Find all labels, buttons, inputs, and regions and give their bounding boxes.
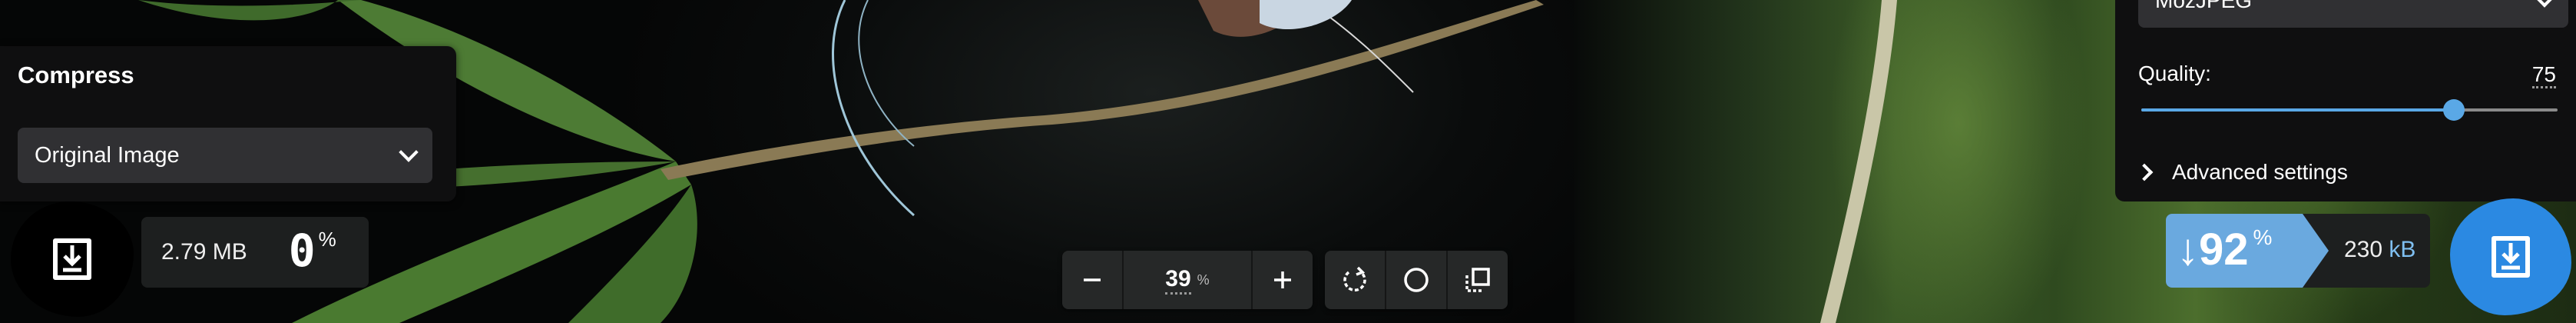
reduction-symbol: %	[2253, 225, 2273, 249]
advanced-settings-label: Advanced settings	[2172, 160, 2348, 184]
size-reduction-badge: ↓ 92 %	[2166, 214, 2329, 288]
zoom-value: 39	[1165, 266, 1191, 295]
circle-icon	[1404, 268, 1429, 292]
size-unit: kB	[2389, 237, 2416, 262]
side-by-side-button[interactable]	[1448, 251, 1508, 309]
rotate-button[interactable]	[1325, 251, 1385, 309]
view-controls	[1325, 251, 1508, 309]
compress-panel: Compress Original Image	[0, 46, 456, 201]
zoom-level[interactable]: 39 %	[1124, 251, 1251, 309]
size-value: 230	[2344, 237, 2383, 262]
advanced-settings-toggle[interactable]: Advanced settings	[2135, 160, 2348, 185]
original-file-size: 2.79 MB	[161, 239, 247, 265]
panel-title: Compress	[18, 62, 134, 88]
slider-fill	[2141, 108, 2454, 112]
reduction-value: 92	[2199, 225, 2249, 275]
crop-icon	[1465, 268, 1490, 292]
original-percent: 0 %	[289, 217, 336, 288]
original-size-stats: 2.79 MB 0 %	[141, 217, 369, 288]
zoom-controls: 39 %	[1062, 251, 1313, 309]
compression-method-select[interactable]: Original Image	[18, 128, 432, 183]
settings-panel: MozJPEG Quality: 75 Advanced settings	[2115, 0, 2576, 201]
rotate-icon	[1343, 266, 1366, 291]
reduction-arrow: ↓	[2177, 225, 2199, 275]
quality-value-input[interactable]: 75	[2531, 63, 2556, 88]
zoom-in-button[interactable]	[1253, 251, 1313, 309]
percent-symbol: %	[318, 228, 336, 251]
plus-icon	[1274, 271, 1291, 288]
quality-label: Quality:	[2138, 62, 2211, 85]
download-button-compressed[interactable]	[2450, 198, 2571, 315]
quality-slider[interactable]	[2141, 99, 2558, 121]
select-value: Original Image	[35, 142, 180, 168]
chevron-down-icon	[2535, 0, 2554, 8]
download-icon	[2492, 236, 2530, 278]
chevron-right-icon	[2135, 163, 2154, 181]
zoom-toolbar: 39 %	[1062, 251, 1508, 309]
slider-thumb[interactable]	[2442, 99, 2465, 121]
compressed-file-size: 230 kB	[2344, 237, 2415, 263]
background-toggle-button[interactable]	[1386, 251, 1446, 309]
zoom-out-button[interactable]	[1062, 251, 1122, 309]
compressed-size-stats: ↓ 92 % 230 kB	[2166, 214, 2430, 288]
chevron-down-icon	[399, 142, 419, 162]
download-icon	[53, 238, 91, 280]
select-value: MozJPEG	[2155, 0, 2253, 12]
minus-icon	[1084, 278, 1101, 281]
codec-select[interactable]: MozJPEG	[2138, 0, 2568, 28]
percent-value: 0	[288, 225, 316, 277]
zoom-unit: %	[1197, 271, 1210, 288]
